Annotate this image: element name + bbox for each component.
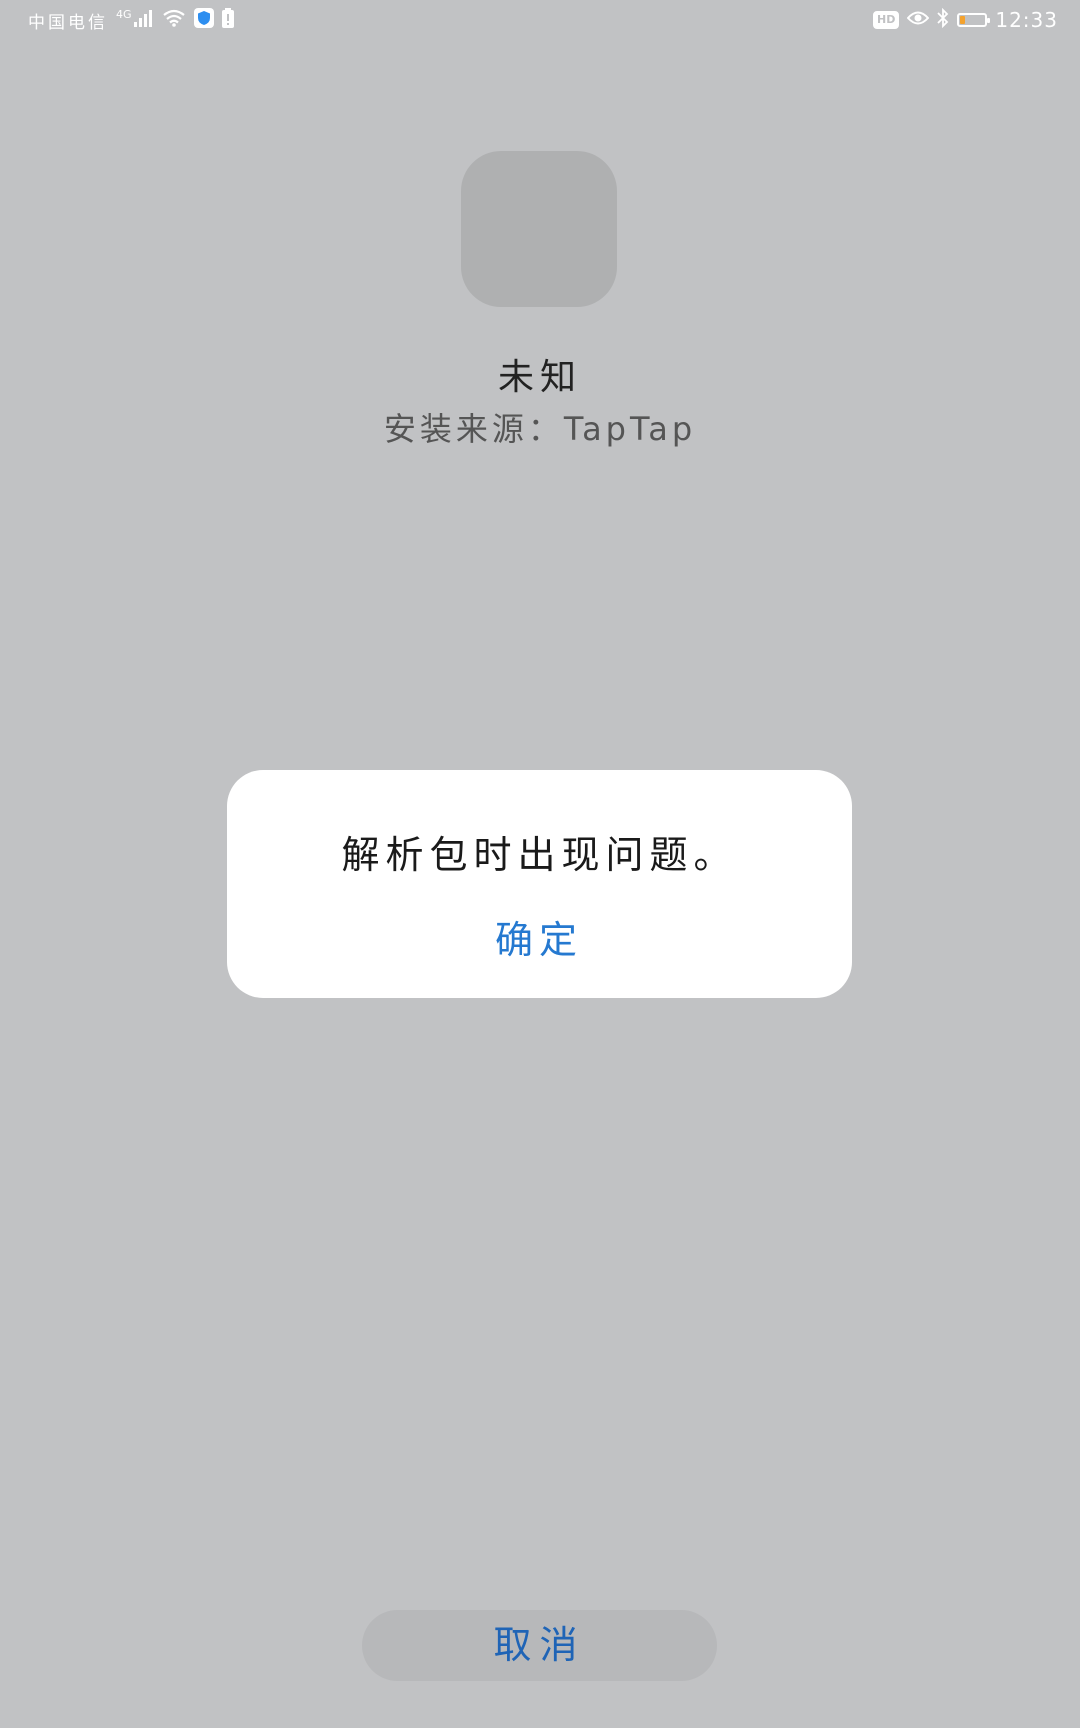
- battery-alert-icon: [221, 7, 234, 33]
- confirm-button[interactable]: 确定: [439, 912, 639, 968]
- status-left: 中国电信 4G: [28, 7, 234, 33]
- wifi-icon: [162, 9, 186, 32]
- bluetooth-icon: [937, 7, 949, 33]
- battery-icon: [957, 13, 991, 27]
- status-bar: 中国电信 4G HD 12:33: [0, 0, 1080, 40]
- carrier-name: 中国电信: [28, 12, 108, 33]
- battery-level-fill: [960, 16, 966, 24]
- error-dialog: 解析包时出现问题。 确定: [227, 770, 852, 998]
- cancel-button[interactable]: 取消: [362, 1610, 717, 1681]
- dialog-message: 解析包时出现问题。: [341, 833, 738, 877]
- status-right: HD 12:33: [873, 7, 1058, 33]
- shield-icon: [193, 7, 214, 33]
- app-icon-placeholder: [461, 151, 617, 307]
- clock: 12:33: [995, 8, 1058, 32]
- signal-icon: [133, 9, 154, 32]
- app-name: 未知: [497, 357, 582, 398]
- hd-icon: HD: [873, 11, 900, 29]
- install-source: 安装来源：TapTap: [383, 410, 697, 448]
- network-type: 4G: [116, 7, 132, 21]
- eye-icon: [907, 10, 930, 31]
